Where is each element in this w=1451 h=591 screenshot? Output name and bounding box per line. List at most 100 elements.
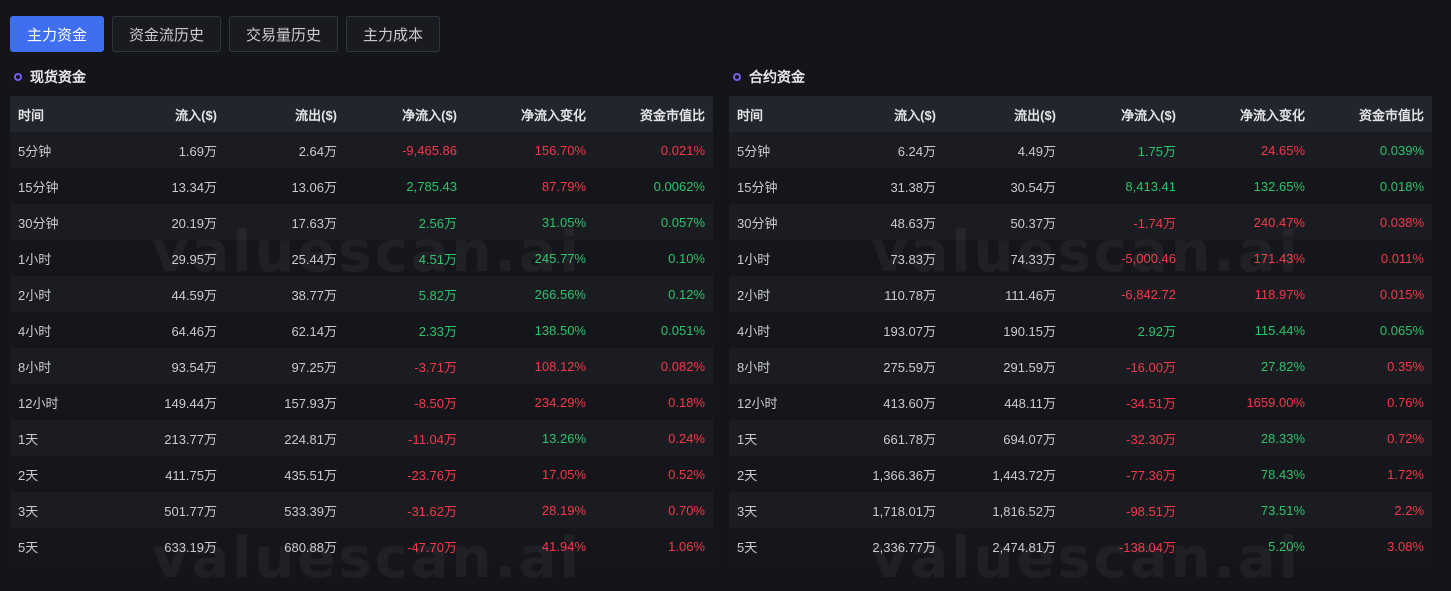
- cell-net-inflow: 2.33万: [418, 323, 457, 339]
- cell-time: 2小时: [18, 287, 52, 303]
- cell-time: 1小时: [18, 251, 52, 267]
- cell-net-inflow-change: 234.29%: [534, 394, 586, 410]
- cell-inflow: 275.59万: [883, 359, 936, 375]
- cell-time: 12小时: [18, 395, 59, 411]
- spot-capital-panel: 现货资金 时间 流入($) 流出($) 净流入($) 净流入变化 资金市值比 5…: [10, 66, 713, 591]
- cell-outflow: 533.39万: [284, 503, 337, 519]
- cell-capital-mcap-ratio: 0.021%: [660, 142, 705, 158]
- cell-outflow: 17.63万: [291, 215, 337, 231]
- table-row: 1小时 73.83万 74.33万 -5,000.46 171.43% 0.011%: [729, 240, 1432, 276]
- tab-capital-flow-history[interactable]: 资金流历史: [112, 16, 222, 52]
- cell-time: 5分钟: [18, 143, 52, 159]
- cell-inflow: 1,718.01万: [872, 503, 936, 519]
- cell-time: 3天: [18, 503, 39, 519]
- col-header-net-inflow-change: 净流入变化: [1239, 107, 1305, 123]
- tab-main-cost[interactable]: 主力成本: [346, 16, 441, 52]
- cell-outflow: 62.14万: [291, 323, 337, 339]
- cell-inflow: 661.78万: [883, 431, 936, 447]
- tab-volume-history[interactable]: 交易量历史: [229, 16, 339, 52]
- cell-time: 15分钟: [737, 179, 778, 195]
- cell-time: 8小时: [737, 359, 771, 375]
- cell-net-inflow-change: 118.97%: [1254, 286, 1305, 302]
- cell-inflow: 13.34万: [171, 179, 217, 195]
- cell-capital-mcap-ratio: 0.039%: [1379, 142, 1424, 158]
- tab-main-capital[interactable]: 主力资金: [10, 16, 105, 52]
- cell-inflow: 193.07万: [883, 323, 936, 339]
- cell-capital-mcap-ratio: 0.72%: [1387, 430, 1424, 446]
- spot-panel-header: 现货资金: [10, 66, 713, 88]
- cell-capital-mcap-ratio: 0.70%: [668, 502, 705, 518]
- cell-time: 1天: [18, 431, 39, 447]
- cell-net-inflow: -11.04万: [408, 431, 457, 447]
- cell-net-inflow: -34.51万: [1126, 395, 1176, 411]
- cell-capital-mcap-ratio: 0.038%: [1379, 214, 1424, 230]
- table-row: 1天 213.77万 224.81万 -11.04万 13.26% 0.24%: [10, 420, 713, 456]
- cell-time: 30分钟: [737, 215, 778, 231]
- tab-bar: 主力资金 资金流历史 交易量历史 主力成本: [10, 16, 441, 52]
- cell-inflow: 633.19万: [164, 539, 217, 555]
- table-row: 4小时 193.07万 190.15万 2.92万 115.44% 0.065%: [729, 312, 1432, 348]
- cell-capital-mcap-ratio: 0.065%: [1379, 322, 1424, 338]
- cell-outflow: 74.33万: [1010, 251, 1056, 267]
- col-header-inflow: 流入($): [175, 107, 217, 123]
- cell-net-inflow-change: 245.77%: [534, 250, 586, 266]
- cell-time: 5天: [18, 539, 39, 555]
- table-row: 2小时 44.59万 38.77万 5.82万 266.56% 0.12%: [10, 276, 713, 312]
- cell-net-inflow-change: 171.43%: [1253, 250, 1305, 266]
- cell-inflow: 1.69万: [178, 143, 217, 159]
- cell-net-inflow-change: 240.47%: [1253, 214, 1305, 230]
- cell-net-inflow-change: 138.50%: [534, 322, 586, 338]
- cell-time: 4小时: [737, 323, 771, 339]
- cell-net-inflow: -23.76万: [407, 467, 457, 483]
- cell-capital-mcap-ratio: 3.08%: [1387, 538, 1424, 554]
- col-header-capital-mcap-ratio: 资金市值比: [639, 107, 705, 123]
- cell-time: 12小时: [737, 395, 778, 411]
- cell-outflow: 291.59万: [1003, 359, 1056, 375]
- cell-net-inflow: -3.71万: [414, 359, 457, 375]
- col-header-outflow: 流出($): [1014, 107, 1056, 123]
- cell-capital-mcap-ratio: 0.015%: [1379, 286, 1424, 302]
- cell-inflow: 48.63万: [890, 215, 936, 231]
- cell-net-inflow: -8.50万: [414, 395, 457, 411]
- cell-net-inflow: -47.70万: [407, 539, 457, 555]
- cell-inflow: 110.78万: [884, 287, 936, 303]
- cell-outflow: 190.15万: [1003, 323, 1056, 339]
- table-row: 3天 501.77万 533.39万 -31.62万 28.19% 0.70%: [10, 492, 713, 528]
- cell-inflow: 20.19万: [171, 215, 217, 231]
- cell-capital-mcap-ratio: 0.35%: [1387, 358, 1424, 374]
- cell-outflow: 30.54万: [1010, 179, 1056, 195]
- cell-inflow: 1,366.36万: [872, 467, 936, 483]
- cell-net-inflow-change: 87.79%: [541, 178, 586, 194]
- col-header-inflow: 流入($): [894, 107, 936, 123]
- cell-outflow: 4.49万: [1017, 143, 1056, 159]
- cell-time: 30分钟: [18, 215, 59, 231]
- col-header-net-inflow: 净流入($): [402, 107, 457, 123]
- cell-net-inflow: 2.92万: [1137, 323, 1176, 339]
- cell-outflow: 1,443.72万: [992, 467, 1056, 483]
- table-row: 3天 1,718.01万 1,816.52万 -98.51万 73.51% 2.2%: [729, 492, 1432, 528]
- cell-capital-mcap-ratio: 0.0062%: [653, 178, 705, 194]
- col-header-net-inflow-change: 净流入变化: [520, 107, 586, 123]
- cell-net-inflow-change: 266.56%: [534, 286, 586, 302]
- cell-outflow: 2.64万: [298, 143, 337, 159]
- cell-time: 1小时: [737, 251, 771, 267]
- cell-outflow: 1,816.52万: [992, 503, 1056, 519]
- table-row: 5分钟 6.24万 4.49万 1.75万 24.65% 0.039%: [729, 132, 1432, 168]
- spot-panel-title: 现货资金: [30, 69, 86, 85]
- table-row: 2天 1,366.36万 1,443.72万 -77.36万 78.43% 1.72%: [729, 456, 1432, 492]
- table-header-row: 时间 流入($) 流出($) 净流入($) 净流入变化 资金市值比: [10, 96, 713, 132]
- cell-time: 5分钟: [737, 143, 771, 159]
- cell-outflow: 97.25万: [291, 359, 337, 375]
- cell-outflow: 157.93万: [284, 395, 337, 411]
- table-row: 1小时 29.95万 25.44万 4.51万 245.77% 0.10%: [10, 240, 713, 276]
- cell-capital-mcap-ratio: 1.72%: [1387, 466, 1424, 482]
- cell-net-inflow: -77.36万: [1126, 467, 1176, 483]
- cell-net-inflow-change: 24.65%: [1260, 142, 1305, 158]
- cell-net-inflow-change: 41.94%: [541, 538, 586, 554]
- cell-net-inflow-change: 27.82%: [1260, 358, 1305, 374]
- cell-net-inflow: -5,000.46: [1121, 250, 1176, 266]
- cell-net-inflow: -6,842.72: [1121, 286, 1176, 302]
- cell-outflow: 38.77万: [291, 287, 337, 303]
- cell-capital-mcap-ratio: 0.051%: [660, 322, 705, 338]
- cell-capital-mcap-ratio: 0.018%: [1379, 178, 1424, 194]
